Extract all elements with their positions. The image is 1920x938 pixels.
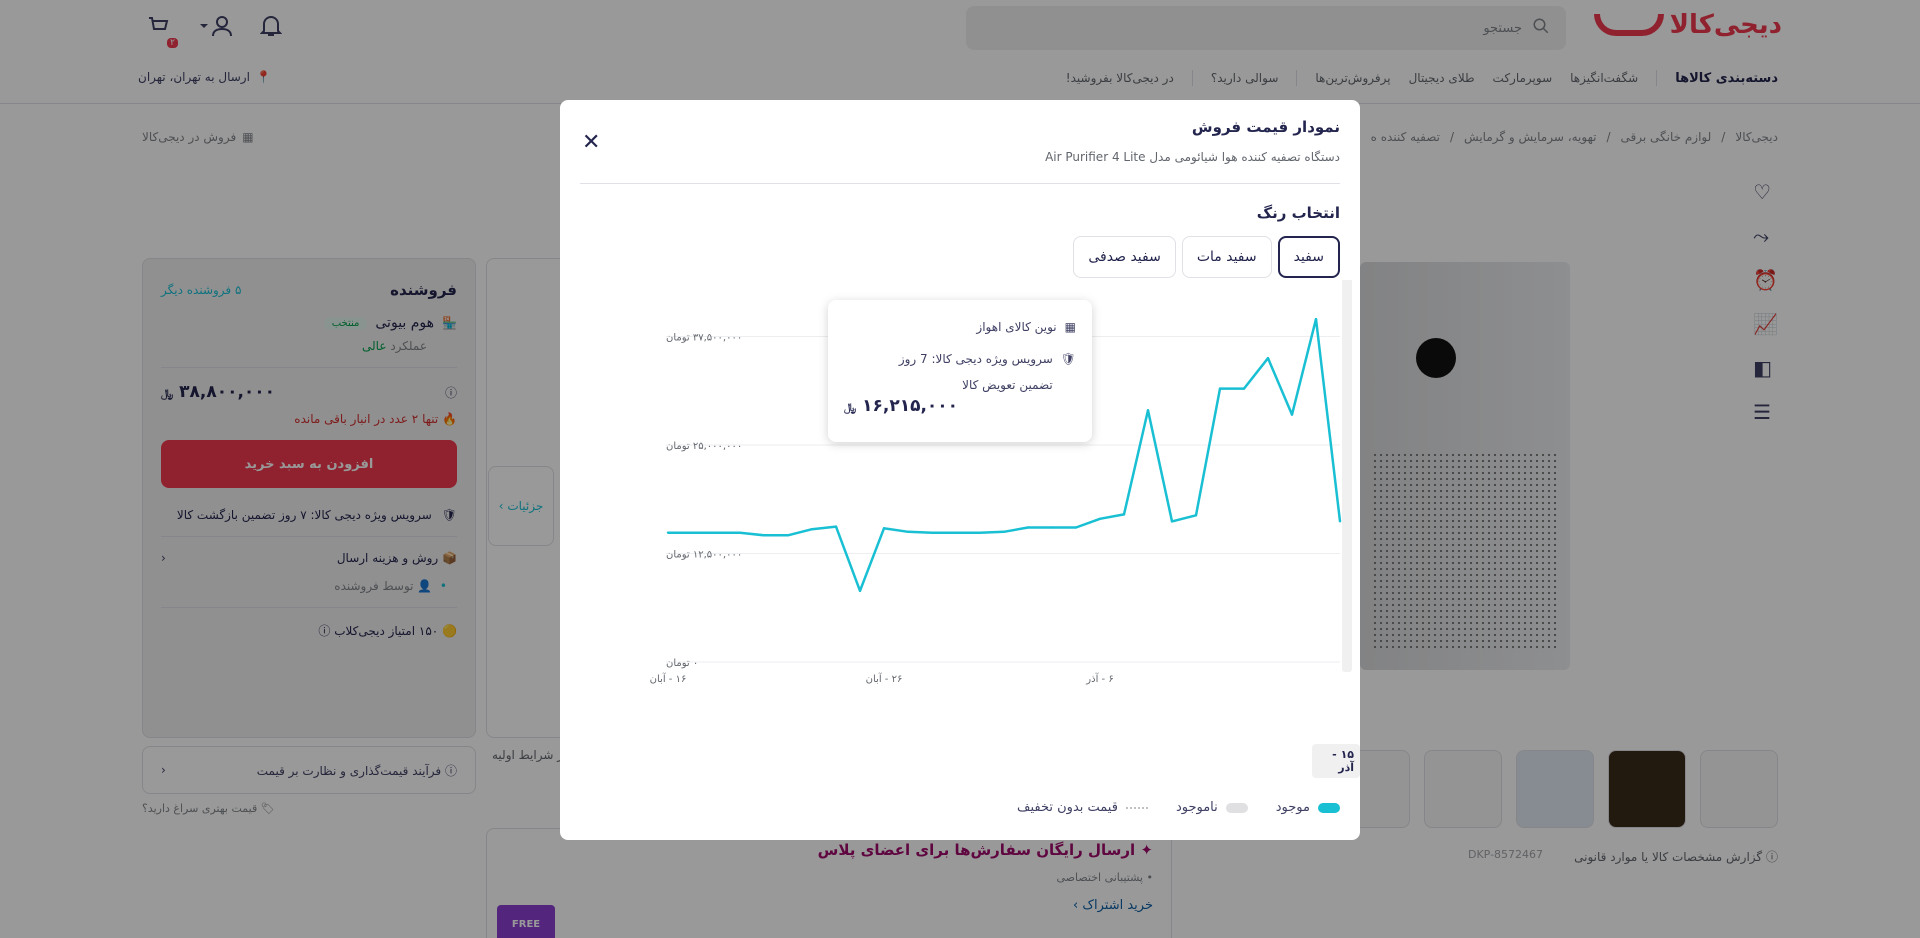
price-data-point — [1026, 526, 1030, 529]
tooltip-price: ۱۶,۲۱۵,۰۰۰ ﷼ — [844, 396, 958, 416]
legend-available-label: موجود — [1275, 800, 1310, 815]
current-date-badge: ۱۵ - آذر — [1312, 744, 1360, 778]
legend-no-discount-marker — [1125, 806, 1148, 809]
tooltip-currency: ﷼ — [844, 401, 857, 414]
price-data-point — [1290, 413, 1294, 416]
close-icon[interactable]: ✕ — [582, 130, 600, 155]
chart-tooltip: ▦ نوین کالای اهواز 🛡 سرویس ویژه دیجی کال… — [828, 300, 1092, 442]
price-data-point — [762, 534, 766, 537]
color-option-matte-white[interactable]: سفید مات — [1181, 236, 1272, 278]
price-data-point — [1242, 387, 1246, 390]
y-tick-label: ۳۷,۵۰۰,۰۰۰ تومان — [666, 333, 742, 344]
color-options: سفید سفید مات سفید صدفی — [1073, 236, 1340, 278]
price-data-point — [1002, 530, 1006, 533]
price-data-point — [1146, 409, 1150, 412]
price-data-point — [1050, 526, 1054, 529]
color-option-pearl-white[interactable]: سفید صدفی — [1073, 236, 1176, 278]
chart-legend: موجود ناموجود قیمت بدون تخفیف — [1017, 800, 1340, 815]
price-data-point — [738, 531, 742, 534]
price-data-point — [666, 531, 670, 534]
price-data-point — [1218, 387, 1222, 390]
y-tick-label: ۲۵,۰۰۰,۰۰۰ تومان — [666, 441, 742, 452]
divider — [580, 183, 1340, 184]
price-data-point — [1122, 513, 1126, 516]
store-icon: ▦ — [1064, 320, 1076, 334]
price-chart-modal: نمودار قیمت فروش دستگاه تصفیه کننده هوا … — [560, 100, 1360, 840]
modal-title: نمودار قیمت فروش — [1191, 118, 1340, 136]
x-tick-label: ۶ - آذر — [1085, 672, 1113, 685]
legend-no-discount[interactable]: قیمت بدون تخفیف — [1017, 800, 1148, 815]
price-data-point — [786, 534, 790, 537]
price-data-point — [1194, 514, 1198, 517]
price-data-point — [882, 527, 886, 530]
tooltip-service: سرویس ویژه دیجی کالا: 7 روز تضمین تعویض … — [898, 352, 1053, 392]
price-data-point — [834, 525, 838, 528]
tooltip-price-value: ۱۶,۲۱۵,۰۰۰ — [862, 396, 959, 416]
legend-available-marker — [1318, 802, 1340, 813]
x-tick-label: ۲۶ - آبان — [866, 672, 903, 685]
y-tick-label: ۰ تومان — [666, 658, 698, 669]
price-data-point — [690, 531, 694, 534]
price-data-point — [954, 531, 958, 534]
price-data-point — [906, 530, 910, 533]
price-data-point — [1338, 520, 1342, 523]
price-data-point — [978, 531, 982, 534]
price-data-point — [930, 531, 934, 534]
price-data-point — [1170, 520, 1174, 523]
price-data-point — [810, 527, 814, 531]
legend-no-discount-label: قیمت بدون تخفیف — [1017, 800, 1118, 815]
legend-unavailable-label: ناموجود — [1175, 800, 1218, 815]
x-tick-label: ۱۶ - آبان — [650, 672, 687, 685]
price-data-point — [1098, 517, 1102, 520]
legend-unavailable[interactable]: ناموجود — [1176, 800, 1248, 815]
price-data-point — [858, 589, 862, 593]
product-page: دیجی‌کالا جستجو ۲ دسته‌بندی کالاها شگف — [0, 0, 1920, 938]
legend-unavailable-marker — [1225, 802, 1248, 813]
color-select-title: انتخاب رنگ — [1256, 204, 1340, 222]
color-option-white[interactable]: سفید — [1277, 236, 1340, 278]
price-data-point — [1074, 526, 1078, 529]
modal-subtitle: دستگاه تصفیه کننده هوا شیائومی مدل Air P… — [1045, 150, 1340, 164]
price-data-point — [1314, 317, 1318, 321]
chart-scroll-track — [1342, 280, 1352, 672]
price-data-point — [1266, 357, 1270, 360]
y-tick-label: ۱۲,۵۰۰,۰۰۰ تومان — [666, 550, 742, 561]
tooltip-seller: نوین کالای اهواز — [976, 320, 1057, 334]
price-data-point — [714, 531, 718, 534]
legend-available[interactable]: موجود — [1276, 800, 1340, 815]
shield-icon: 🛡 — [1060, 352, 1076, 366]
